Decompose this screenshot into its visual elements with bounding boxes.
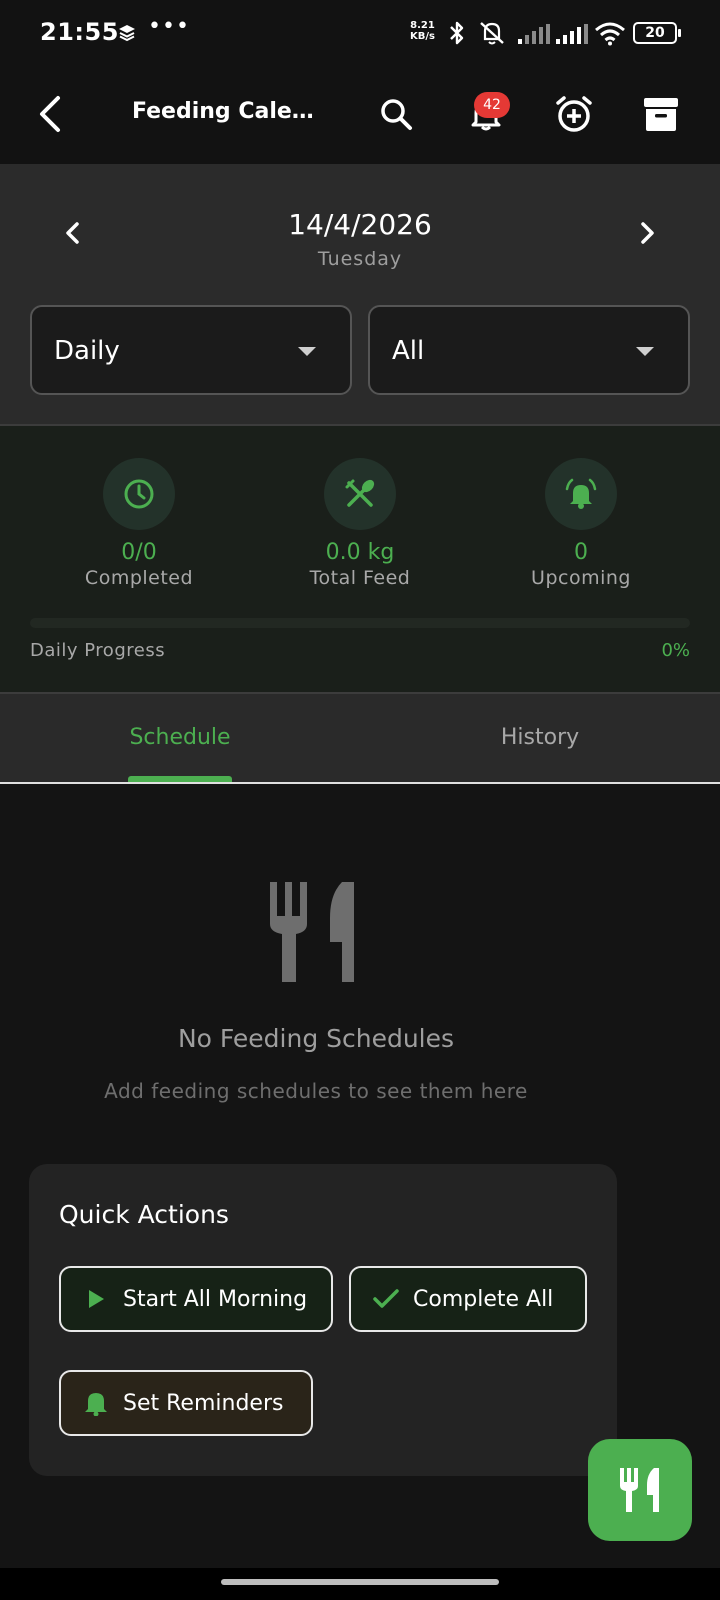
selected-weekday: Tuesday <box>317 248 403 270</box>
utensils-empty-icon <box>270 882 354 982</box>
stat-upcoming-value: 0 <box>574 540 588 565</box>
next-day-icon[interactable] <box>632 218 662 248</box>
caret-down-icon <box>298 347 316 356</box>
date-header: 14/4/2026 Tuesday Daily All <box>0 164 720 426</box>
stat-total-feed-label: Total Feed <box>309 567 411 589</box>
selected-date: 14/4/2026 <box>288 208 432 241</box>
start-all-morning-label: Start All Morning <box>123 1286 308 1312</box>
back-arrow-icon[interactable] <box>32 90 72 138</box>
set-reminders-button[interactable]: Set Reminders <box>59 1370 313 1436</box>
page-title: Feeding Calend... <box>132 99 327 124</box>
alarm-bell-icon <box>565 478 597 509</box>
network-speed-unit: KB/s <box>410 31 435 42</box>
archive-icon <box>644 98 678 131</box>
view-mode-value: Daily <box>54 336 120 366</box>
utensils-icon <box>345 479 375 507</box>
bell-muted-icon <box>480 22 504 45</box>
caret-down-icon <box>636 347 654 356</box>
tab-schedule[interactable]: Schedule <box>0 694 360 782</box>
search-icon <box>381 99 412 130</box>
tab-history[interactable]: History <box>360 694 720 782</box>
play-icon <box>83 1286 109 1312</box>
stat-upcoming-label: Upcoming <box>531 567 631 589</box>
stat-completed-badge <box>103 458 175 530</box>
home-gesture-handle[interactable] <box>221 1579 499 1585</box>
bell-icon <box>83 1390 109 1416</box>
empty-state-subtitle: Add feeding schedules to see them here <box>104 1079 528 1103</box>
signal-1-icon <box>518 24 550 44</box>
check-icon <box>373 1286 399 1312</box>
stat-total-feed-badge <box>324 458 396 530</box>
wifi-icon <box>595 22 625 46</box>
layers-icon <box>119 25 135 42</box>
daily-progress-label: Daily Progress <box>30 640 166 661</box>
battery-indicator: 20 <box>633 22 681 44</box>
search-button[interactable] <box>368 86 424 142</box>
status-bar: 21:55 ••• 8.21 KB/s 20 <box>0 0 720 66</box>
tab-bar: Schedule History <box>0 694 720 784</box>
network-speed-value: 8.21 <box>410 20 435 31</box>
quick-actions-card: Quick Actions Start All Morning Complete… <box>29 1164 617 1476</box>
set-reminders-label: Set Reminders <box>123 1390 284 1416</box>
view-mode-dropdown[interactable]: Daily <box>30 305 352 395</box>
daily-progress-percent: 0% <box>661 640 690 661</box>
stat-completed-value: 0/0 <box>121 540 157 565</box>
bluetooth-icon <box>450 21 464 45</box>
stat-total-feed-value: 0.0 kg <box>325 540 395 565</box>
status-time: 21:55 <box>40 18 119 46</box>
complete-all-button[interactable]: Complete All <box>349 1266 587 1332</box>
daily-progress-bar <box>30 618 690 628</box>
complete-all-label: Complete All <box>413 1286 554 1312</box>
active-tab-indicator <box>128 776 232 782</box>
clock-icon <box>124 479 154 509</box>
empty-state-title: No Feeding Schedules <box>177 1024 455 1053</box>
stat-upcoming: 0 Upcoming <box>471 458 691 589</box>
system-nav-bar <box>0 1568 720 1600</box>
utensils-icon <box>620 1468 659 1512</box>
add-alarm-icon <box>556 96 592 132</box>
signal-2-icon <box>556 24 588 44</box>
notification-badge: 42 <box>474 92 510 118</box>
network-speed: 8.21 KB/s <box>410 20 435 42</box>
add-alarm-button[interactable] <box>546 86 602 142</box>
more-notifications-icon: ••• <box>148 14 190 39</box>
filter-value: All <box>392 336 425 366</box>
add-feeding-fab[interactable] <box>588 1439 692 1541</box>
app-bar: Feeding Calend... 42 <box>0 66 720 164</box>
daily-stats-panel: 0/0 Completed 0.0 kg Total Feed 0 Upcomi… <box>0 426 720 694</box>
stat-completed-label: Completed <box>84 567 194 589</box>
stat-total-feed: 0.0 kg Total Feed <box>250 458 470 589</box>
start-all-morning-button[interactable]: Start All Morning <box>59 1266 333 1332</box>
quick-actions-title: Quick Actions <box>59 1200 229 1229</box>
filter-dropdown[interactable]: All <box>368 305 690 395</box>
archive-button[interactable] <box>633 86 689 142</box>
stat-completed: 0/0 Completed <box>29 458 249 589</box>
stat-upcoming-badge <box>545 458 617 530</box>
